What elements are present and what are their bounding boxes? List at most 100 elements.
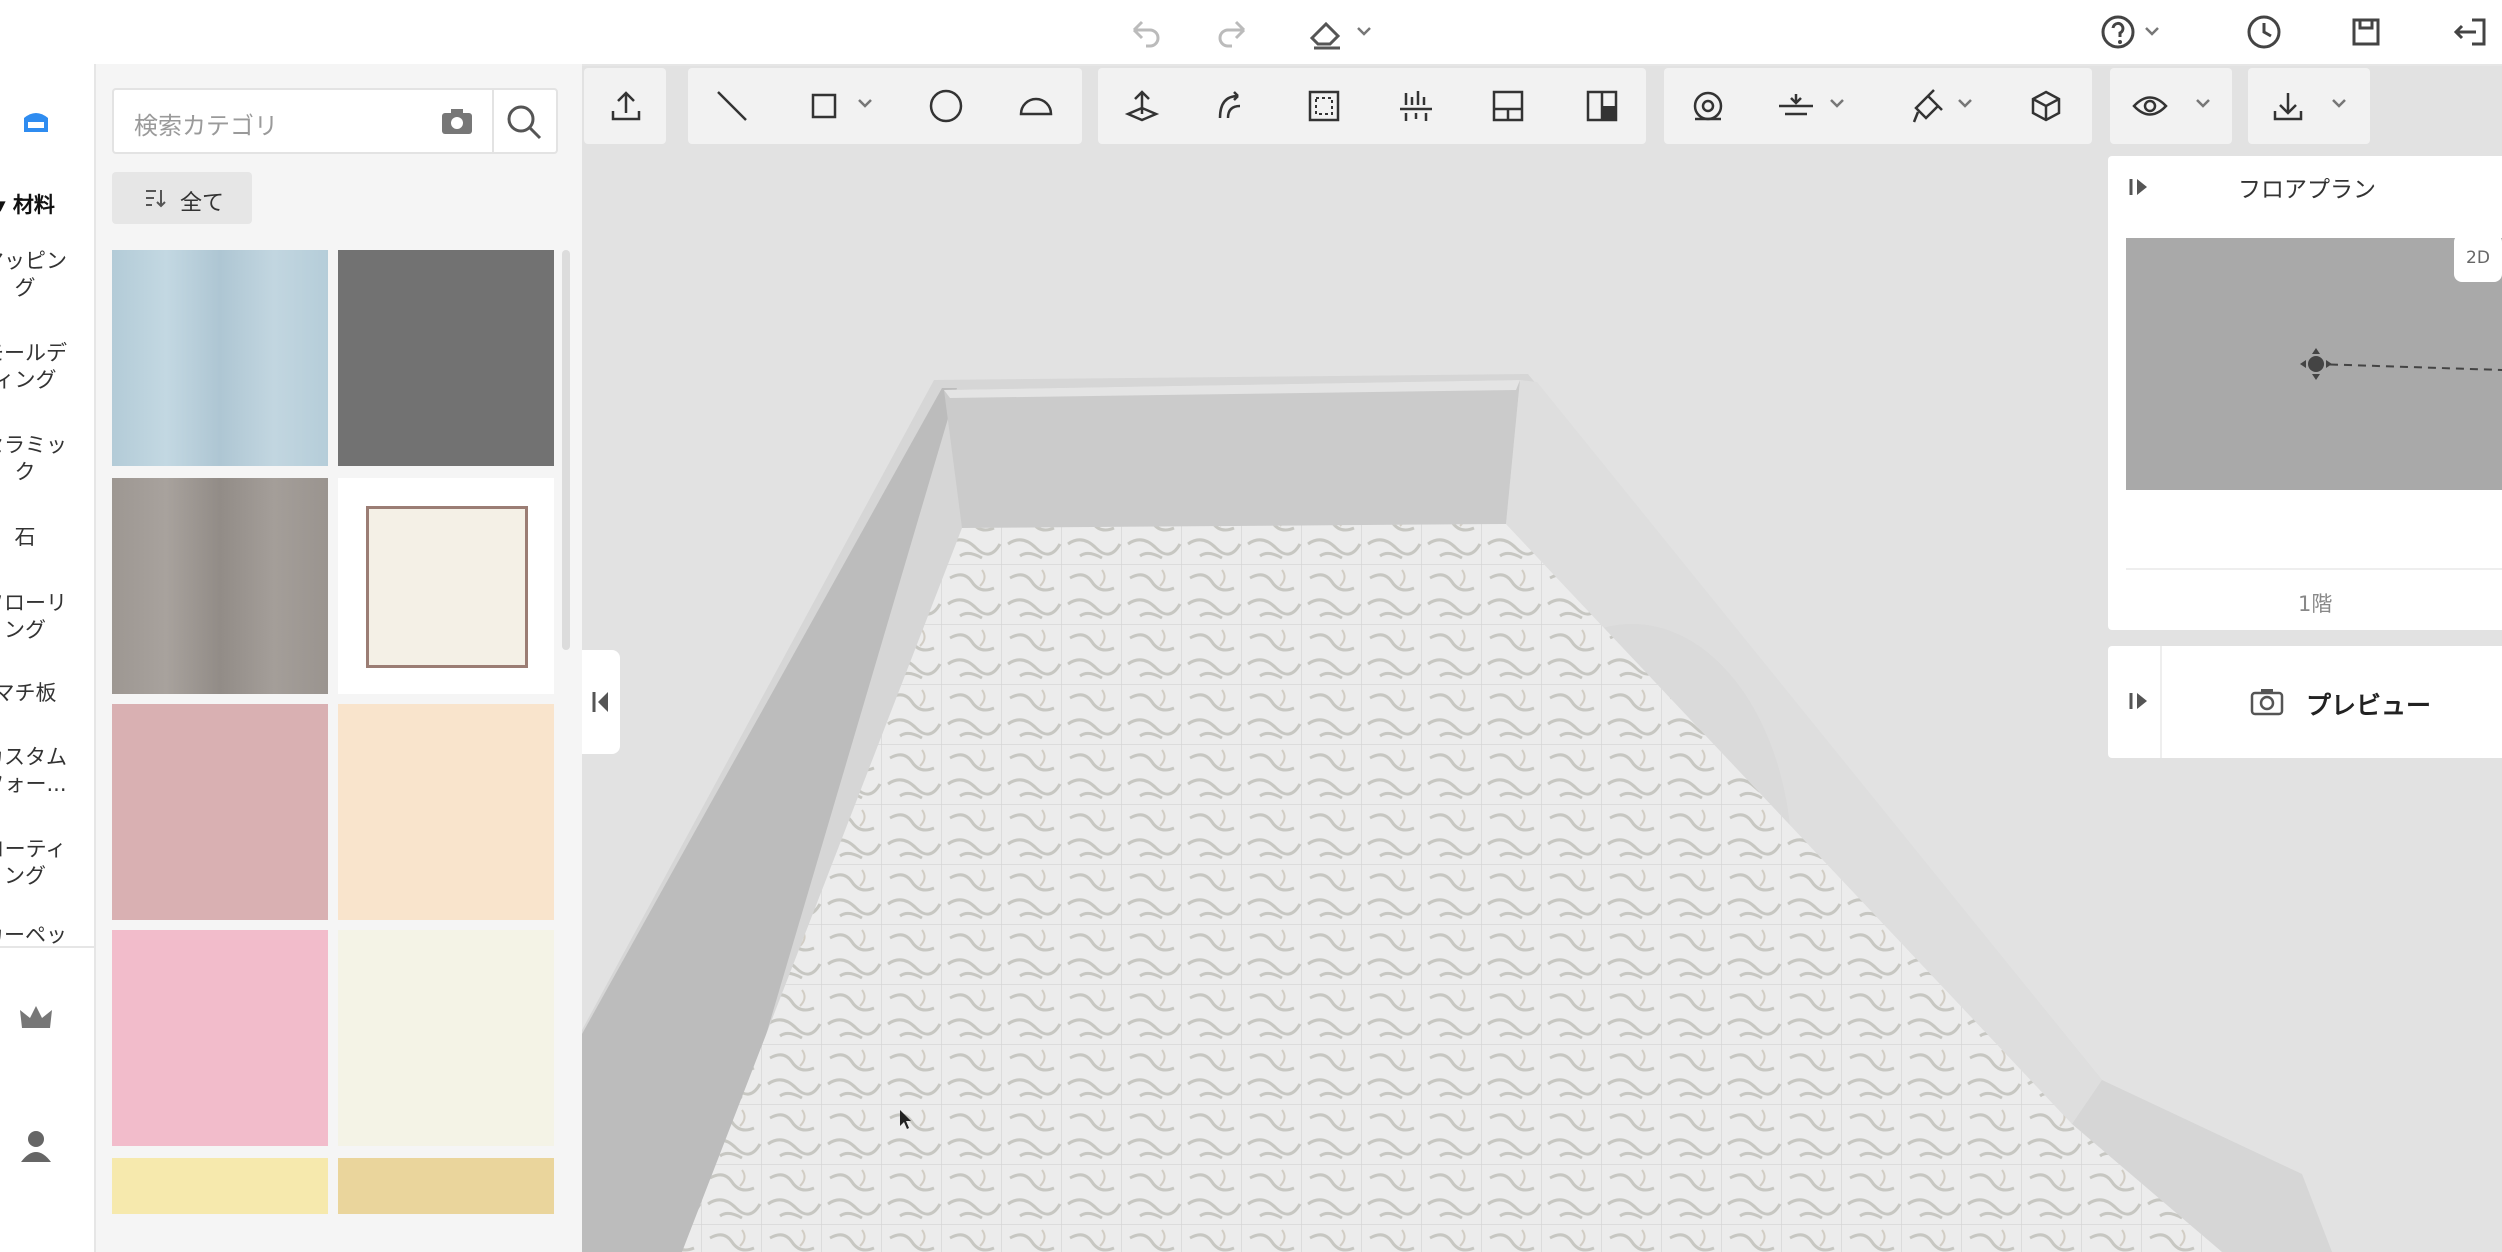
search-input[interactable]: 検索カテゴリ <box>134 106 278 141</box>
rail-item-carpet[interactable]: カーペッ <box>0 922 80 949</box>
camera-direction-line <box>2315 363 2502 371</box>
rail-item-label: フローリ <box>0 591 67 615</box>
swatch-dusty-pink[interactable] <box>112 704 328 920</box>
align-icon[interactable] <box>1396 86 1436 126</box>
split-icon[interactable] <box>1488 86 1528 126</box>
paint-dropdown-icon[interactable] <box>1956 96 1974 110</box>
rail-item-flooring[interactable]: フローリング <box>0 590 80 644</box>
2d-toggle-button[interactable]: 2D <box>2454 234 2502 282</box>
material-icon[interactable] <box>18 104 54 140</box>
floorplan-panel: フロアプラン 2D 1階 <box>2108 156 2502 630</box>
rail-item-molding[interactable]: モールディング <box>0 340 80 394</box>
toolbar-group-view <box>2110 68 2232 144</box>
top-bar <box>0 0 2502 66</box>
toolbar-group-export <box>2248 68 2370 144</box>
layout-icon[interactable] <box>1582 86 1622 126</box>
floorplan-title: フロアプラン <box>2238 177 2376 203</box>
select-area-icon[interactable] <box>1304 86 1344 126</box>
rail-item-mapping[interactable]: マッピング <box>0 248 80 302</box>
filter-label: 全て <box>180 191 225 216</box>
toolbar-group-upload <box>584 68 666 144</box>
panel-toggle-icon[interactable] <box>2128 176 2150 198</box>
rail-item-label: マッピン <box>0 249 67 273</box>
rail-item-label: カーペッ <box>0 923 67 947</box>
download-icon[interactable] <box>2268 86 2308 126</box>
history-icon[interactable] <box>2244 10 2284 54</box>
rail-item-material[interactable]: ▾ 材料 <box>0 192 80 219</box>
rail-item-stone[interactable]: 石 <box>0 524 80 551</box>
circle-icon[interactable] <box>926 86 966 126</box>
level-icon[interactable] <box>1776 86 1816 126</box>
toolbar-group-edit <box>1098 68 1646 144</box>
rail-item-label: ング <box>4 618 46 642</box>
preview-button[interactable]: プレビュー <box>2306 686 2431 722</box>
eye-icon[interactable] <box>2130 86 2170 126</box>
paint-icon[interactable] <box>1906 86 1946 126</box>
upload-icon[interactable] <box>606 86 646 126</box>
rectangle-dropdown-icon[interactable] <box>856 96 874 110</box>
swatch-sand[interactable] <box>338 1158 554 1214</box>
swatch-floor-thumb[interactable] <box>338 478 554 694</box>
camera-position-icon[interactable] <box>2308 356 2324 372</box>
rail-item-label: ング <box>4 864 46 888</box>
eraser-icon[interactable] <box>1306 10 1376 54</box>
search-icon[interactable] <box>504 102 544 142</box>
floorplan-divider <box>2126 568 2502 570</box>
user-icon[interactable] <box>18 1128 54 1164</box>
move-point-icon[interactable] <box>1122 86 1162 126</box>
line-icon[interactable] <box>712 86 752 126</box>
swatch-gray-wood[interactable] <box>112 478 328 694</box>
rail-item-label: グ <box>14 276 36 300</box>
swatch-peach[interactable] <box>338 704 554 920</box>
undo-icon[interactable] <box>1124 10 1164 54</box>
back-wall <box>944 380 1520 528</box>
filter-button[interactable]: 全て <box>112 172 252 224</box>
crown-icon[interactable] <box>18 1002 54 1034</box>
panel-toggle-icon[interactable] <box>2128 690 2150 712</box>
swatch-blue-wood[interactable] <box>112 250 328 466</box>
rectangle-icon[interactable] <box>804 86 844 126</box>
rail-item-label: セラミッ <box>0 433 67 457</box>
swatch-pink[interactable] <box>112 930 328 1146</box>
toolbar-group-draw <box>688 68 1082 144</box>
toolbar-group-tools <box>1664 68 2092 144</box>
rail-item-custom[interactable]: カスタムフォー... <box>0 744 80 798</box>
tape-measure-icon[interactable] <box>1688 86 1728 126</box>
swatch-yellow[interactable] <box>112 1158 328 1214</box>
rail-item-label: ィング <box>0 368 57 392</box>
catalog-panel: 検索カテゴリ 全て <box>96 64 582 1252</box>
rail-item-label: カスタム <box>0 745 67 769</box>
rail-item-ceramic[interactable]: セラミック <box>0 432 80 486</box>
preview-divider <box>2160 646 2162 758</box>
swatch-dark-gray[interactable] <box>338 250 554 466</box>
rail-item-board[interactable]: マチ板 <box>0 680 80 707</box>
swatch-ivory[interactable] <box>338 930 554 1146</box>
camera-icon[interactable] <box>2250 686 2284 716</box>
search-box[interactable]: 検索カテゴリ <box>112 88 558 154</box>
level-dropdown-icon[interactable] <box>1828 96 1846 110</box>
exit-icon[interactable] <box>2450 10 2490 54</box>
save-icon[interactable] <box>2346 10 2386 54</box>
camera-icon[interactable] <box>440 106 474 136</box>
catalog-scrollbar[interactable] <box>562 250 570 650</box>
rail-item-label: フォー... <box>0 772 67 796</box>
collapse-panel-button[interactable] <box>582 650 620 754</box>
rail-item-coating[interactable]: コーティング <box>0 836 80 890</box>
floor-thumb-room <box>366 506 528 668</box>
cube-icon[interactable] <box>2026 86 2066 126</box>
snap-icon[interactable] <box>1212 86 1252 126</box>
redo-icon[interactable] <box>1214 10 1254 54</box>
left-rail: ▾ 材料 マッピング モールディング セラミック 石 フローリング マチ板 カス… <box>0 64 96 1252</box>
rail-item-label: 石 <box>14 525 36 549</box>
arc-icon[interactable] <box>1016 86 1056 126</box>
rail-item-label: モールデ <box>0 341 67 365</box>
floorplan-minimap[interactable] <box>2126 238 2502 490</box>
rail-item-label: ▾ 材料 <box>0 193 55 217</box>
floor-level-label[interactable]: 1階 <box>2298 588 2332 618</box>
rail-item-label: ク <box>14 460 36 484</box>
sort-icon <box>144 188 166 208</box>
eye-dropdown-icon[interactable] <box>2194 96 2212 110</box>
search-divider <box>492 90 494 152</box>
download-dropdown-icon[interactable] <box>2330 96 2348 110</box>
help-icon[interactable] <box>2098 10 2168 54</box>
